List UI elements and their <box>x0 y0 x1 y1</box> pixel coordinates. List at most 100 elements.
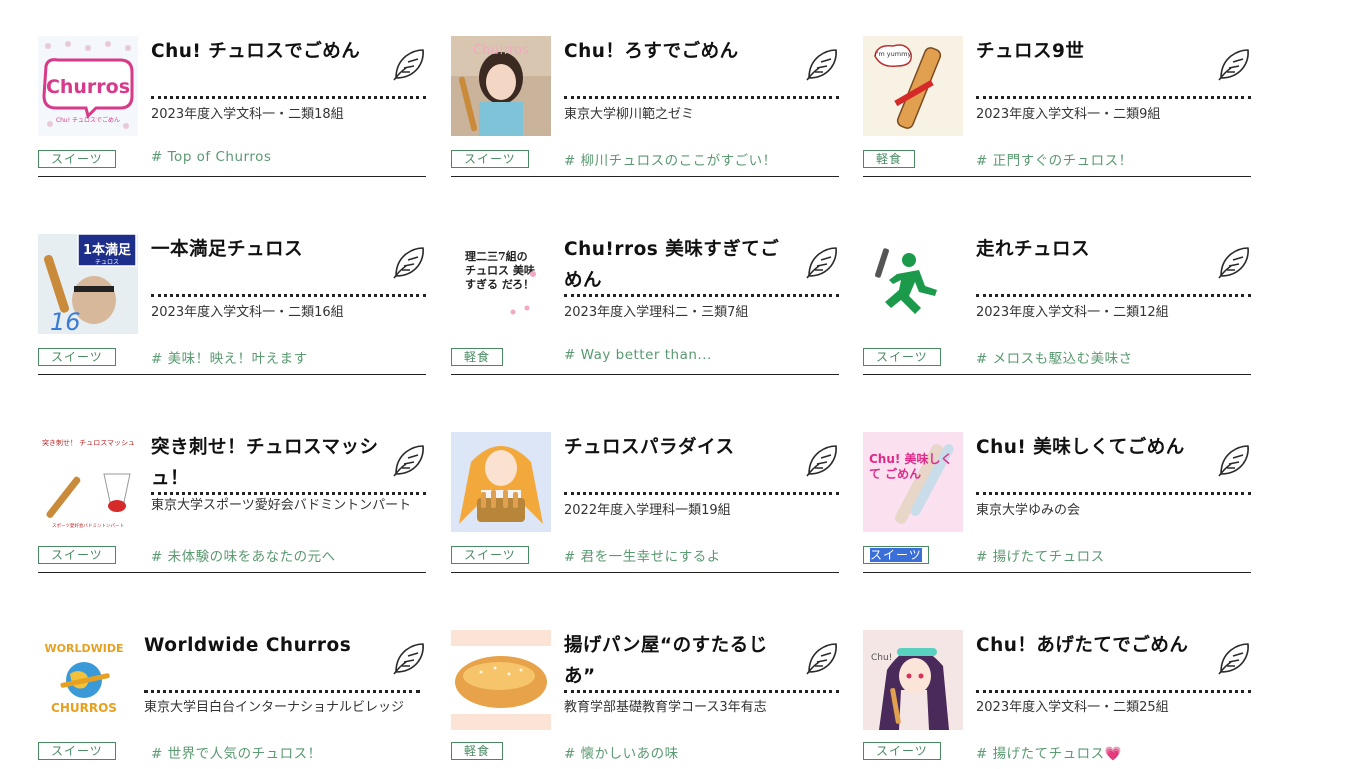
card-title[interactable]: 揚げパン屋“のすたるじあ” <box>564 630 792 692</box>
card-divider <box>38 572 426 573</box>
card-6[interactable]: 走れチュロス 2023年度入学文科一・二類12組 スイーツ # メロスも駆込む美… <box>863 234 1251 376</box>
card-10[interactable]: WORLDWIDE CHURROS Worldwide Churros 東京大学… <box>38 630 426 769</box>
svg-text:I'm yummy: I'm yummy <box>875 50 912 58</box>
feather-icon[interactable] <box>1215 640 1251 678</box>
card-7[interactable]: 突き刺せ！ チュロスマッシュ スポーツ愛好会バドミントンパート 突き刺せ！チュロ… <box>38 432 426 574</box>
calligraphy-thumbnail[interactable]: 理二三7組の チュロス 美味すぎる だろ！ <box>451 234 551 334</box>
feather-icon[interactable] <box>1215 46 1251 84</box>
category-tag[interactable]: スイーツ <box>38 348 116 366</box>
anime-girl-churro-thumbnail[interactable]: Chu! <box>863 630 963 730</box>
card-organizer: 東京大学目白台インターナショナルビレッジ <box>144 700 405 715</box>
svg-text:1本満足: 1本満足 <box>83 242 132 258</box>
card-title[interactable]: 一本満足チュロス <box>151 234 379 265</box>
card-organizer: 東京大学柳川範之ゼミ <box>564 107 695 122</box>
card-title[interactable]: チュロスパラダイス <box>564 432 792 463</box>
feather-icon[interactable] <box>390 640 426 678</box>
card-title[interactable]: Chu！ろすでごめん <box>564 36 792 67</box>
card-organizer: 東京大学ゆみの会 <box>976 503 1081 518</box>
feather-icon[interactable] <box>803 46 839 84</box>
category-tag[interactable]: スイーツ <box>451 150 529 168</box>
dotted-divider <box>151 96 426 99</box>
category-tag[interactable]: 軽食 <box>863 150 916 168</box>
category-tag[interactable]: スイーツ <box>863 742 941 760</box>
card-title[interactable]: 突き刺せ！チュロスマッシュ！ <box>151 432 379 494</box>
card-hashtag: # 揚げたてチュロス💗 <box>976 746 1122 762</box>
category-tag[interactable]: スイーツ <box>38 546 116 564</box>
card-hashtag: # 世界で人気のチュロス！ <box>151 746 322 762</box>
running-man-thumbnail[interactable] <box>863 234 963 334</box>
card-2[interactable]: Chu!rros Chu！ろすでごめん 東京大学柳川範之ゼミ スイーツ # 柳川… <box>451 36 839 178</box>
card-hashtag: # 揚げたてチュロス <box>976 549 1105 565</box>
card-divider <box>451 374 839 375</box>
worldwide-logo-thumbnail[interactable]: WORLDWIDE CHURROS <box>38 630 138 730</box>
dotted-divider <box>564 294 839 297</box>
card-organizer: 2023年度入学文科一・二類25組 <box>976 700 1169 715</box>
card-organizer: 教育学部基礎教育学コース3年有志 <box>564 700 767 715</box>
card-title[interactable]: Chu! 美味しくてごめん <box>976 432 1204 463</box>
card-title[interactable]: 走れチュロス <box>976 234 1204 265</box>
pink-churro-thumbnail[interactable]: Chu! 美味しくて ごめん <box>863 432 963 532</box>
card-9[interactable]: Chu! 美味しくて ごめん Chu! 美味しくてごめん 東京大学ゆみの会 スイ… <box>863 432 1251 574</box>
svg-text:16: 16 <box>50 308 81 334</box>
category-tag[interactable]: スイーツ <box>863 348 941 366</box>
feather-icon[interactable] <box>803 442 839 480</box>
card-title[interactable]: Chu!rros 美味すぎてごめん <box>564 234 792 296</box>
card-organizer: 2022年度入学理科一類19組 <box>564 503 731 518</box>
card-title[interactable]: Chu！あげたてでごめん <box>976 630 1204 661</box>
feather-icon[interactable] <box>390 442 426 480</box>
feather-icon[interactable] <box>1215 442 1251 480</box>
card-divider <box>451 176 839 177</box>
girl-with-churro-thumbnail[interactable]: Chu!rros <box>451 36 551 136</box>
feather-icon[interactable] <box>1215 244 1251 282</box>
card-8[interactable]: チュロスパラダイス 2022年度入学理科一類19組 スイーツ # 君を一生幸せに… <box>451 432 839 574</box>
svg-text:WORLDWIDE: WORLDWIDE <box>45 642 124 655</box>
card-4[interactable]: 1本満足 チュロス 16 一本満足チュロス 2023年度入学文科一・二類16組 … <box>38 234 426 376</box>
category-tag[interactable]: スイーツ <box>38 742 116 760</box>
card-divider <box>451 572 839 573</box>
feather-icon[interactable] <box>390 46 426 84</box>
card-divider <box>863 572 1251 573</box>
card-hashtag: # 美味！映え！叶えます <box>151 351 308 367</box>
card-hashtag: # 正門すぐのチュロス！ <box>976 153 1133 169</box>
category-tag[interactable]: スイーツ <box>38 150 116 168</box>
card-hashtag: # Top of Churros <box>151 149 272 165</box>
card-11[interactable]: 揚げパン屋“のすたるじあ” 教育学部基礎教育学コース3年有志 軽食 # 懐かしい… <box>451 630 839 769</box>
category-tag[interactable]: スイーツ <box>863 546 929 564</box>
card-organizer: 2023年度入学文科一・二類16組 <box>151 305 344 320</box>
category-tag[interactable]: 軽食 <box>451 742 504 760</box>
category-tag[interactable]: スイーツ <box>451 546 529 564</box>
card-5[interactable]: 理二三7組の チュロス 美味すぎる だろ！ Chu!rros 美味すぎてごめん … <box>451 234 839 376</box>
card-3[interactable]: I'm yummy チュロス9世 2023年度入学文科一・二類9組 軽食 # 正… <box>863 36 1251 178</box>
dotted-divider <box>976 492 1251 495</box>
feather-icon[interactable] <box>390 244 426 282</box>
feather-icon[interactable] <box>803 244 839 282</box>
man-eating-churro-thumbnail[interactable]: 1本満足 チュロス 16 <box>38 234 138 334</box>
svg-text:Chu! チュロスでごめん: Chu! チュロスでごめん <box>56 116 120 124</box>
card-hashtag: # 未体験の味をあなたの元へ <box>151 549 336 565</box>
dotted-divider <box>976 96 1251 99</box>
card-1[interactable]: Churros Chu! チュロスでごめん Chu! チュロスでごめん 2023… <box>38 36 426 178</box>
svg-text:チュロス: チュロス <box>95 259 119 266</box>
card-12[interactable]: Chu! Chu！あげたてでごめん 2023年度入学文科一・二類25組 スイーツ… <box>863 630 1251 769</box>
card-divider <box>38 176 426 177</box>
card-title[interactable]: Chu! チュロスでごめん <box>151 36 379 67</box>
card-organizer: 東京大学スポーツ愛好会バドミントンパート <box>151 498 412 513</box>
dotted-divider <box>976 294 1251 297</box>
anime-girl-basket-thumbnail[interactable] <box>451 432 551 532</box>
card-title[interactable]: Worldwide Churros <box>144 630 372 661</box>
fried-bread-thumbnail[interactable] <box>451 630 551 730</box>
card-organizer: 2023年度入学文科一・二類12組 <box>976 305 1169 320</box>
svg-text:Churros: Churros <box>46 76 130 98</box>
card-title[interactable]: チュロス9世 <box>976 36 1204 67</box>
card-organizer: 2023年度入学文科一・二類9組 <box>976 107 1161 122</box>
dotted-divider <box>151 294 426 297</box>
card-divider <box>38 374 426 375</box>
churro-character-thumbnail[interactable]: I'm yummy <box>863 36 963 136</box>
category-tag[interactable]: 軽食 <box>451 348 504 366</box>
feather-icon[interactable] <box>803 640 839 678</box>
dotted-divider <box>976 690 1251 693</box>
card-hashtag: # 懐かしいあの味 <box>564 746 679 762</box>
dotted-divider <box>144 690 420 693</box>
churros-logo-thumbnail[interactable]: Churros Chu! チュロスでごめん <box>38 36 138 136</box>
badminton-churro-thumbnail[interactable]: 突き刺せ！ チュロスマッシュ スポーツ愛好会バドミントンパート <box>38 432 138 532</box>
